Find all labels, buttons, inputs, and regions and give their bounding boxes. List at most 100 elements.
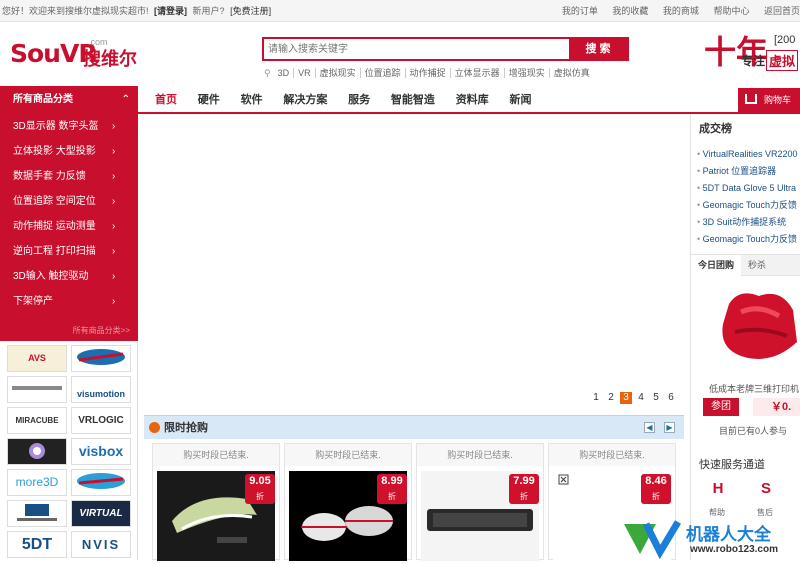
right-column: 成交榜 VirtualRealities VR2200 Patriot 位置追踪… — [690, 114, 800, 560]
nav-hardware[interactable]: 硬件 — [189, 86, 229, 114]
nav-services[interactable]: 服务 — [339, 86, 379, 114]
cart-button[interactable]: 购物车 — [738, 88, 800, 112]
logo-dotcom: .com — [88, 37, 108, 47]
brand-logo-visumotion[interactable]: visumotion — [71, 376, 131, 403]
ranking-list: VirtualRealities VR2200 Patriot 位置追踪器 5D… — [697, 146, 800, 248]
nav-library[interactable]: 资料库 — [447, 86, 498, 114]
nav-home[interactable]: 首页 — [146, 86, 186, 114]
groupbuy-product-name[interactable]: 低成本老牌三维打印机 — [709, 382, 799, 395]
pager-6[interactable]: 6 — [665, 392, 677, 404]
category-item-projection[interactable]: 立体投影 大型投影 › — [0, 139, 138, 164]
after-sales-icon[interactable]: S — [755, 480, 777, 506]
tab-flash-kill[interactable]: 秒杀 — [741, 255, 773, 276]
brand-logo-2[interactable] — [71, 345, 131, 372]
nav-smart-manufacturing[interactable]: 智能智造 — [382, 86, 444, 114]
flash-product-3[interactable]: 购买时段已结束. 7.99 折 — [416, 443, 544, 561]
ranking-item[interactable]: 3D Suit动作捕捉系统 — [697, 214, 800, 231]
help-center-link[interactable]: 帮助中心 — [713, 6, 749, 16]
all-categories-link[interactable]: 所有商品分类>> — [73, 325, 130, 336]
cart-icon — [745, 94, 757, 104]
nav-news[interactable]: 新闻 — [500, 86, 540, 114]
register-link[interactable]: [免费注册] — [230, 6, 271, 16]
brand-logo-virtual[interactable]: VIRTUAL — [71, 500, 131, 527]
category-item-discontinued[interactable]: 下架停产 › — [0, 289, 138, 314]
brand-logo-visbox[interactable]: visbox — [71, 438, 131, 465]
tab-today-groupbuy[interactable]: 今日团购 — [691, 255, 742, 276]
category-label: 位置追踪 空间定位 — [13, 196, 96, 207]
pager-3[interactable]: 3 — [620, 392, 632, 404]
chevron-right-icon: › — [112, 221, 116, 232]
brand-logo-more3d[interactable]: more3D — [7, 469, 67, 496]
prev-arrow-icon[interactable]: ◀ — [644, 422, 655, 433]
pager-5[interactable]: 5 — [650, 392, 662, 404]
brand-slogan: 十年 [200 专注 虚拟 — [700, 28, 800, 84]
search-input[interactable] — [264, 39, 564, 59]
groupbuy-price: ￥0. — [753, 398, 800, 416]
hotword-ar[interactable]: 增强现实 — [504, 68, 550, 78]
product-status: 购买时段已结束. — [285, 444, 411, 466]
flash-product-2[interactable]: 购买时段已结束. 8.99 折 — [284, 443, 412, 561]
groupbuy-tabs: 今日团购 秒杀 — [691, 254, 800, 276]
hotword-motion-capture[interactable]: 动作捕捉 — [405, 68, 451, 78]
all-categories-header[interactable]: 所有商品分类 ⌃ — [0, 86, 138, 114]
home-link[interactable]: 返回首页 — [764, 6, 800, 16]
ranking-item[interactable]: Geomagic Touch力反馈 — [697, 231, 800, 248]
hotword-tracking[interactable]: 位置追踪 — [360, 68, 406, 78]
all-categories-label: 所有商品分类 — [13, 94, 73, 105]
my-favorites-link[interactable]: 我的收藏 — [612, 6, 648, 16]
cart-label: 购物车 — [764, 95, 792, 105]
ranking-item[interactable]: 5DT Data Glove 5 Ultra — [697, 180, 800, 197]
category-label: 3D输入 触控驱动 — [13, 271, 89, 282]
join-group-button[interactable]: 参团 — [703, 398, 739, 416]
hotword-simulation[interactable]: 虚拟仿真 — [550, 68, 594, 78]
my-orders-link[interactable]: 我的订单 — [562, 6, 598, 16]
flash-product-1[interactable]: 购买时段已结束. 9.05 折 — [152, 443, 280, 561]
ranking-item[interactable]: Geomagic Touch力反馈 — [697, 197, 800, 214]
flash-sale-section: 限时抢购 ◀ ▶ 购买时段已结束. 9.05 折 购买时段已结束. 8.99 折 购… — [144, 415, 684, 561]
search-button[interactable]: 搜 索 — [569, 39, 627, 59]
brand-logo-vrlogic[interactable]: VRLOGIC — [71, 407, 131, 434]
watermark-text: 机器人大全 — [686, 525, 771, 544]
login-link[interactable]: [请登录] — [154, 6, 187, 16]
pager-1[interactable]: 1 — [590, 392, 602, 404]
groupbuy-product-image[interactable] — [701, 282, 800, 377]
nav-solutions[interactable]: 解决方案 — [274, 86, 336, 114]
brand-logo-avs[interactable]: AVS — [7, 345, 67, 372]
brand-logos: AVS visumotion MIRACUBE VRLOGIC visbox m… — [0, 341, 138, 560]
banner-carousel[interactable] — [140, 114, 690, 410]
hotword-3d[interactable]: 3D — [273, 68, 295, 78]
clock-icon — [149, 422, 160, 433]
site-logo[interactable]: SouVR .com 搜维尔 — [10, 37, 140, 76]
category-item-reverse-engineering[interactable]: 逆向工程 打印扫描 › — [0, 239, 138, 264]
category-item-motion-capture[interactable]: 动作捕捉 运动测量 › — [0, 214, 138, 239]
groupbuy-participants: 目前已有0人参与 — [719, 426, 788, 436]
hotword-stereo-display[interactable]: 立体显示器 — [450, 68, 505, 78]
hotword-virtual-reality[interactable]: 虚拟现实 — [315, 68, 361, 78]
hotword-vr[interactable]: VR — [294, 68, 316, 78]
category-item-tracking[interactable]: 位置追踪 空间定位 › — [0, 189, 138, 214]
discount-badge: 8.46 折 — [641, 474, 671, 504]
my-mall-link[interactable]: 我的商城 — [663, 6, 699, 16]
brand-logo-5dt[interactable]: 5DT — [7, 531, 67, 558]
brand-logo-11[interactable] — [7, 500, 67, 527]
brand-logo-3[interactable] — [7, 376, 67, 403]
brand-logo-10[interactable] — [71, 469, 131, 496]
next-arrow-icon[interactable]: ▶ — [664, 422, 675, 433]
watermark-url: www.robo123.com — [690, 544, 778, 555]
ranking-item[interactable]: Patriot 位置追踪器 — [697, 163, 800, 180]
pager-4[interactable]: 4 — [635, 392, 647, 404]
help-icon[interactable]: H — [707, 480, 729, 506]
ranking-item[interactable]: VirtualRealities VR2200 — [697, 146, 800, 163]
pager-2[interactable]: 2 — [605, 392, 617, 404]
category-item-3d-display[interactable]: 3D显示器 数字头盔 › — [0, 114, 138, 139]
watermark-logo-icon — [624, 520, 682, 560]
category-label: 3D显示器 数字头盔 — [13, 121, 99, 132]
brand-logo-7[interactable] — [7, 438, 67, 465]
nav-software[interactable]: 软件 — [232, 86, 272, 114]
brand-logo-nvis[interactable]: NVIS — [71, 531, 131, 558]
category-label: 逆向工程 打印扫描 — [13, 246, 96, 257]
category-item-data-glove[interactable]: 数据手套 力反馈 › — [0, 164, 138, 189]
quick-service-title: 快速服务通道 — [699, 459, 765, 471]
brand-logo-miracube[interactable]: MIRACUBE — [7, 407, 67, 434]
category-item-3d-input[interactable]: 3D输入 触控驱动 › — [0, 264, 138, 289]
